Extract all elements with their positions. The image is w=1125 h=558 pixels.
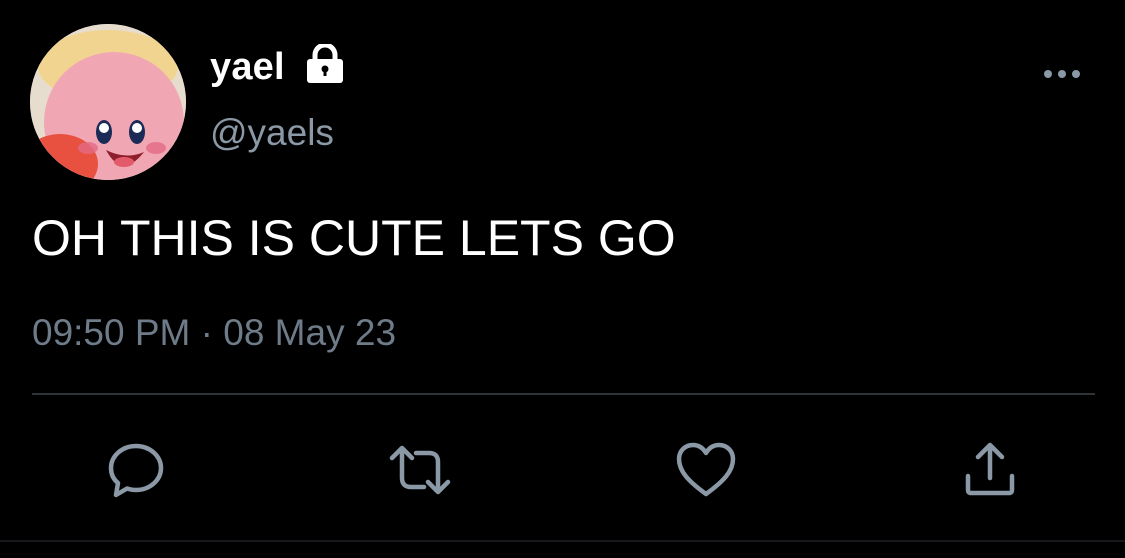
kirby-avatar-image xyxy=(30,24,186,180)
more-options-icon[interactable] xyxy=(1040,62,1084,86)
retweet-button[interactable] xyxy=(388,438,452,502)
reply-button[interactable] xyxy=(104,438,168,502)
avatar[interactable] xyxy=(30,24,186,180)
tweet-timestamp[interactable]: 09:50 PM · 08 May 23 xyxy=(32,310,396,356)
share-upload-icon xyxy=(965,442,1015,496)
share-button[interactable] xyxy=(958,438,1022,502)
tweet-text: OH THIS IS CUTE LETS GO xyxy=(32,210,676,266)
bottom-divider xyxy=(0,540,1125,542)
user-handle[interactable]: @yaels xyxy=(210,112,334,154)
tweet-card: yael @yaels OH THIS IS CUTE LETS GO 09:5… xyxy=(0,0,1125,558)
like-button[interactable] xyxy=(674,438,738,502)
reply-bubble-icon xyxy=(108,443,164,498)
heart-icon xyxy=(676,442,736,497)
display-name[interactable]: yael xyxy=(210,44,285,90)
lock-icon xyxy=(302,42,348,84)
divider xyxy=(32,393,1095,395)
retweet-arrows-icon xyxy=(389,445,451,495)
